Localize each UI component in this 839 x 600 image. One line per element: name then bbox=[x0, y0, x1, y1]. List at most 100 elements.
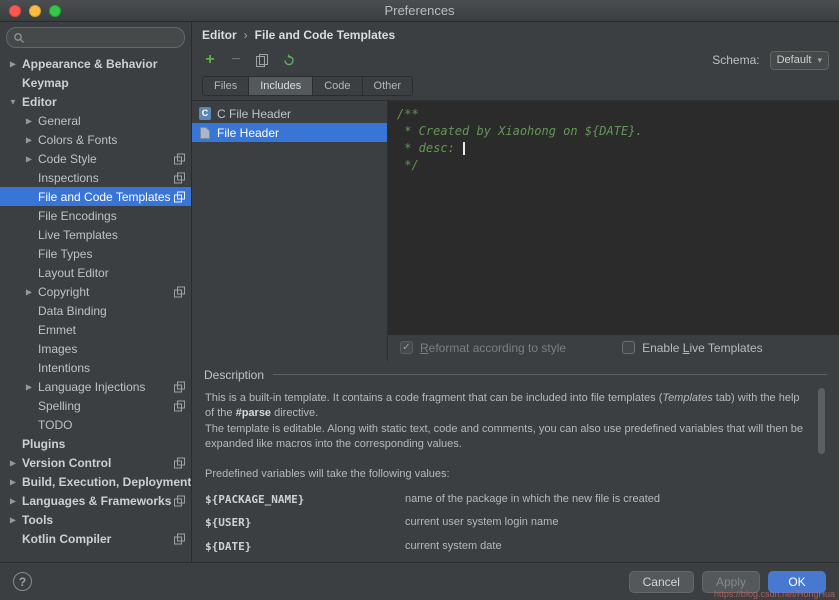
breadcrumb-editor[interactable]: Editor bbox=[202, 28, 237, 42]
chevron-down-icon[interactable]: ▼ bbox=[7, 97, 19, 106]
ok-button[interactable]: OK bbox=[768, 571, 826, 593]
live-templates-label: Enable Live Templates bbox=[642, 341, 763, 355]
variable-name: ${PACKAGE_NAME} bbox=[205, 492, 405, 507]
sidebar-item-label: Images bbox=[0, 342, 77, 356]
reformat-option[interactable]: ✓ Reformat according to style bbox=[400, 341, 566, 355]
close-button[interactable] bbox=[9, 5, 21, 17]
add-template-button[interactable]: + bbox=[202, 52, 218, 68]
sidebar-item-build-execution-deployment[interactable]: ▶Build, Execution, Deployment bbox=[0, 472, 191, 491]
tab-other[interactable]: Other bbox=[362, 76, 414, 96]
sidebar-item-code-style[interactable]: ▶Code Style bbox=[0, 149, 191, 168]
template-tabs: FilesIncludesCodeOther bbox=[192, 72, 839, 100]
sidebar-item-colors-fonts[interactable]: ▶Colors & Fonts bbox=[0, 130, 191, 149]
chevron-right-icon[interactable]: ▶ bbox=[23, 135, 35, 144]
sidebar-item-kotlin-compiler[interactable]: Kotlin Compiler bbox=[0, 529, 191, 548]
sidebar-item-keymap[interactable]: Keymap bbox=[0, 73, 191, 92]
chevron-right-icon[interactable]: ▶ bbox=[23, 116, 35, 125]
window-title: Preferences bbox=[0, 3, 839, 18]
remove-template-button[interactable]: − bbox=[228, 52, 244, 68]
titlebar[interactable]: Preferences bbox=[0, 0, 839, 22]
sidebar-item-intentions[interactable]: Intentions bbox=[0, 358, 191, 377]
chevron-down-icon: ▾ bbox=[817, 55, 822, 66]
description-paragraph-3: Predefined variables will take the follo… bbox=[205, 467, 809, 482]
sidebar-item-label: General bbox=[0, 114, 81, 128]
copy-to-project-icon bbox=[174, 172, 185, 183]
sidebar-item-language-injections[interactable]: ▶Language Injections bbox=[0, 377, 191, 396]
template-c-file-header[interactable]: CC File Header bbox=[192, 104, 387, 123]
code-line: /** bbox=[397, 106, 830, 123]
cancel-button[interactable]: Cancel bbox=[629, 571, 694, 593]
template-file-header[interactable]: File Header bbox=[192, 123, 387, 142]
settings-search-input[interactable] bbox=[29, 31, 178, 45]
sidebar-item-file-encodings[interactable]: File Encodings bbox=[0, 206, 191, 225]
chevron-right-icon[interactable]: ▶ bbox=[7, 59, 19, 68]
sidebar-item-label: Data Binding bbox=[0, 304, 107, 318]
sidebar-item-layout-editor[interactable]: Layout Editor bbox=[0, 263, 191, 282]
chevron-right-icon[interactable]: ▶ bbox=[23, 154, 35, 163]
sidebar-item-live-templates[interactable]: Live Templates bbox=[0, 225, 191, 244]
variable-name: ${DATE} bbox=[205, 539, 405, 554]
chevron-right-icon[interactable]: ▶ bbox=[23, 287, 35, 296]
sidebar-item-label: Kotlin Compiler bbox=[0, 532, 111, 546]
reformat-checkbox[interactable]: ✓ bbox=[400, 341, 413, 354]
apply-button[interactable]: Apply bbox=[702, 571, 760, 593]
description-text: Templates bbox=[662, 392, 712, 404]
sidebar-item-appearance-behavior[interactable]: ▶Appearance & Behavior bbox=[0, 54, 191, 73]
sidebar-item-general[interactable]: ▶General bbox=[0, 111, 191, 130]
sidebar-item-label: Colors & Fonts bbox=[0, 133, 117, 147]
sidebar-item-data-binding[interactable]: Data Binding bbox=[0, 301, 191, 320]
tab-files[interactable]: Files bbox=[202, 76, 249, 96]
sidebar-item-label: Emmet bbox=[0, 323, 76, 337]
sidebar-item-file-and-code-templates[interactable]: File and Code Templates bbox=[0, 187, 191, 206]
search-box[interactable] bbox=[6, 27, 185, 48]
copy-to-project-icon bbox=[174, 400, 185, 411]
sidebar-item-label: File Types bbox=[0, 247, 92, 261]
sidebar-item-inspections[interactable]: Inspections bbox=[0, 168, 191, 187]
chevron-right-icon[interactable]: ▶ bbox=[7, 496, 19, 505]
description-text: This is a built-in template. It contains… bbox=[205, 392, 662, 404]
sidebar-item-editor[interactable]: ▼Editor bbox=[0, 92, 191, 111]
enable-live-templates-option[interactable]: Enable Live Templates bbox=[622, 341, 763, 355]
variable-description: name of the package in which the new fil… bbox=[405, 492, 809, 507]
zoom-button[interactable] bbox=[49, 5, 61, 17]
tab-includes[interactable]: Includes bbox=[248, 76, 313, 96]
chevron-right-icon[interactable]: ▶ bbox=[7, 477, 19, 486]
chevron-right-icon[interactable]: ▶ bbox=[7, 515, 19, 524]
scrollbar[interactable] bbox=[818, 388, 825, 454]
sidebar-item-tools[interactable]: ▶Tools bbox=[0, 510, 191, 529]
tab-code[interactable]: Code bbox=[312, 76, 362, 96]
breadcrumb-separator: › bbox=[244, 28, 248, 42]
live-templates-checkbox[interactable] bbox=[622, 341, 635, 354]
variables-table: ${PACKAGE_NAME}name of the package in wh… bbox=[205, 492, 809, 554]
variable-row: ${DATE}current system date bbox=[205, 539, 809, 554]
copy-template-button[interactable] bbox=[254, 52, 270, 68]
sidebar-item-plugins[interactable]: Plugins bbox=[0, 434, 191, 453]
sidebar-item-copyright[interactable]: ▶Copyright bbox=[0, 282, 191, 301]
sidebar-item-languages-frameworks[interactable]: ▶Languages & Frameworks bbox=[0, 491, 191, 510]
breadcrumb: Editor › File and Code Templates bbox=[192, 22, 839, 48]
code-line: */ bbox=[397, 157, 830, 174]
help-button[interactable]: ? bbox=[13, 572, 32, 591]
breadcrumb-page[interactable]: File and Code Templates bbox=[255, 28, 395, 42]
reset-to-default-button[interactable] bbox=[280, 52, 296, 68]
search-icon bbox=[13, 32, 25, 44]
sidebar-item-file-types[interactable]: File Types bbox=[0, 244, 191, 263]
sidebar-item-emmet[interactable]: Emmet bbox=[0, 320, 191, 339]
sidebar-item-spelling[interactable]: Spelling bbox=[0, 396, 191, 415]
sidebar-item-todo[interactable]: TODO bbox=[0, 415, 191, 434]
minimize-button[interactable] bbox=[29, 5, 41, 17]
template-editor[interactable]: /** * Created by Xiaohong on ${DATE}. * … bbox=[388, 101, 839, 335]
sidebar-item-label: Plugins bbox=[0, 437, 65, 451]
chevron-right-icon[interactable]: ▶ bbox=[23, 382, 35, 391]
copy-to-project-icon bbox=[174, 533, 185, 544]
sidebar-item-images[interactable]: Images bbox=[0, 339, 191, 358]
sidebar-item-label: Language Injections bbox=[0, 380, 145, 394]
sidebar-item-label: Languages & Frameworks bbox=[0, 494, 171, 508]
sidebar-item-label: File Encodings bbox=[0, 209, 117, 223]
chevron-right-icon[interactable]: ▶ bbox=[7, 458, 19, 467]
template-label: C File Header bbox=[217, 107, 291, 121]
templates-toolbar: + − Schema: Default ▾ bbox=[192, 48, 839, 72]
sidebar-item-label: TODO bbox=[0, 418, 72, 432]
schema-dropdown[interactable]: Default ▾ bbox=[770, 51, 829, 70]
sidebar-item-version-control[interactable]: ▶Version Control bbox=[0, 453, 191, 472]
